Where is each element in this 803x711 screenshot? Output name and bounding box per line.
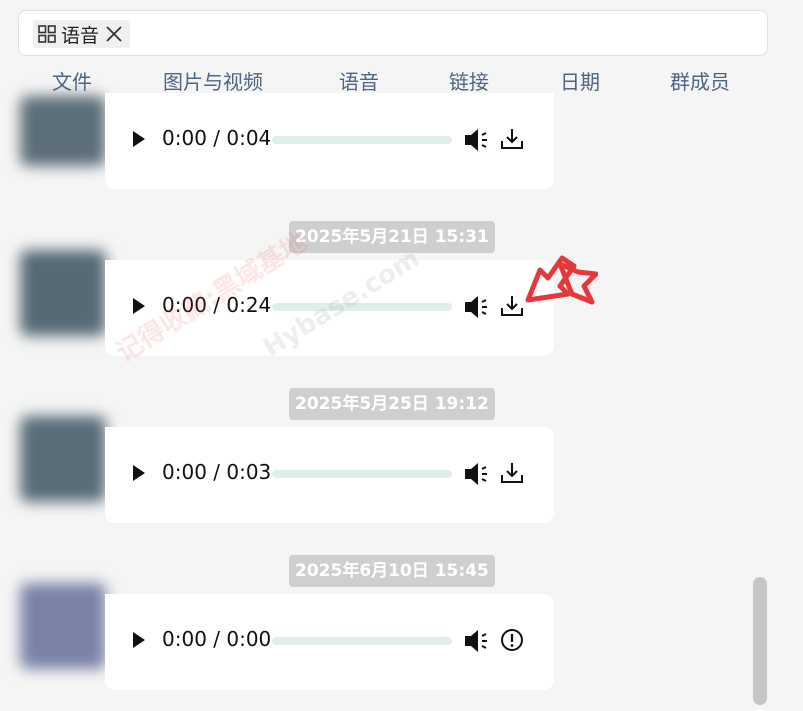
volume-icon[interactable] xyxy=(463,460,491,488)
play-icon[interactable] xyxy=(131,630,147,650)
voice-bubble: 0:00 / 0:03 xyxy=(105,427,554,523)
voice-bubble: 0:00 / 0:24 xyxy=(105,260,554,356)
tab-date[interactable]: 日期 xyxy=(560,66,600,95)
tab-members[interactable]: 群成员 xyxy=(670,66,730,95)
timestamp-badge: 2025年5月21日 15:31 xyxy=(289,221,495,253)
play-icon[interactable] xyxy=(131,296,147,316)
avatar xyxy=(20,416,106,502)
tab-voice[interactable]: 语音 xyxy=(339,66,379,95)
download-icon[interactable] xyxy=(500,460,524,486)
volume-icon[interactable] xyxy=(463,627,491,655)
voice-time: 0:00 / 0:00 xyxy=(162,627,272,651)
red-arrow-icon xyxy=(525,255,598,305)
avatar xyxy=(20,250,106,336)
timestamp-badge: 2025年5月25日 19:12 xyxy=(289,388,495,420)
download-icon[interactable] xyxy=(500,126,524,152)
progress-bar[interactable] xyxy=(272,136,452,144)
play-icon[interactable] xyxy=(131,129,147,149)
grid-icon xyxy=(38,25,56,43)
voice-time: 0:00 / 0:24 xyxy=(162,293,272,317)
progress-bar[interactable] xyxy=(272,470,452,478)
volume-icon[interactable] xyxy=(463,126,491,154)
avatar xyxy=(20,96,106,166)
download-icon[interactable] xyxy=(500,293,524,319)
voice-time: 0:00 / 0:03 xyxy=(162,460,272,484)
search-bar[interactable]: 语音 xyxy=(18,10,768,56)
close-icon[interactable] xyxy=(103,23,125,45)
play-icon[interactable] xyxy=(131,463,147,483)
voice-bubble: 0:00 / 0:00 xyxy=(105,594,554,690)
search-filter-chip: 语音 xyxy=(33,20,131,48)
volume-icon[interactable] xyxy=(463,293,491,321)
tab-links[interactable]: 链接 xyxy=(449,66,489,95)
error-icon xyxy=(501,629,523,651)
search-chip-label: 语音 xyxy=(61,24,100,47)
tab-files[interactable]: 文件 xyxy=(52,66,92,95)
progress-bar[interactable] xyxy=(272,303,452,311)
timestamp-badge: 2025年6月10日 15:45 xyxy=(289,555,495,587)
scrollbar-thumb[interactable] xyxy=(753,577,767,705)
voice-bubble: 0:00 / 0:04 xyxy=(105,93,554,189)
progress-bar[interactable] xyxy=(272,637,452,645)
voice-time: 0:00 / 0:04 xyxy=(162,126,272,150)
tab-images-videos[interactable]: 图片与视频 xyxy=(163,66,263,95)
avatar xyxy=(20,583,106,669)
